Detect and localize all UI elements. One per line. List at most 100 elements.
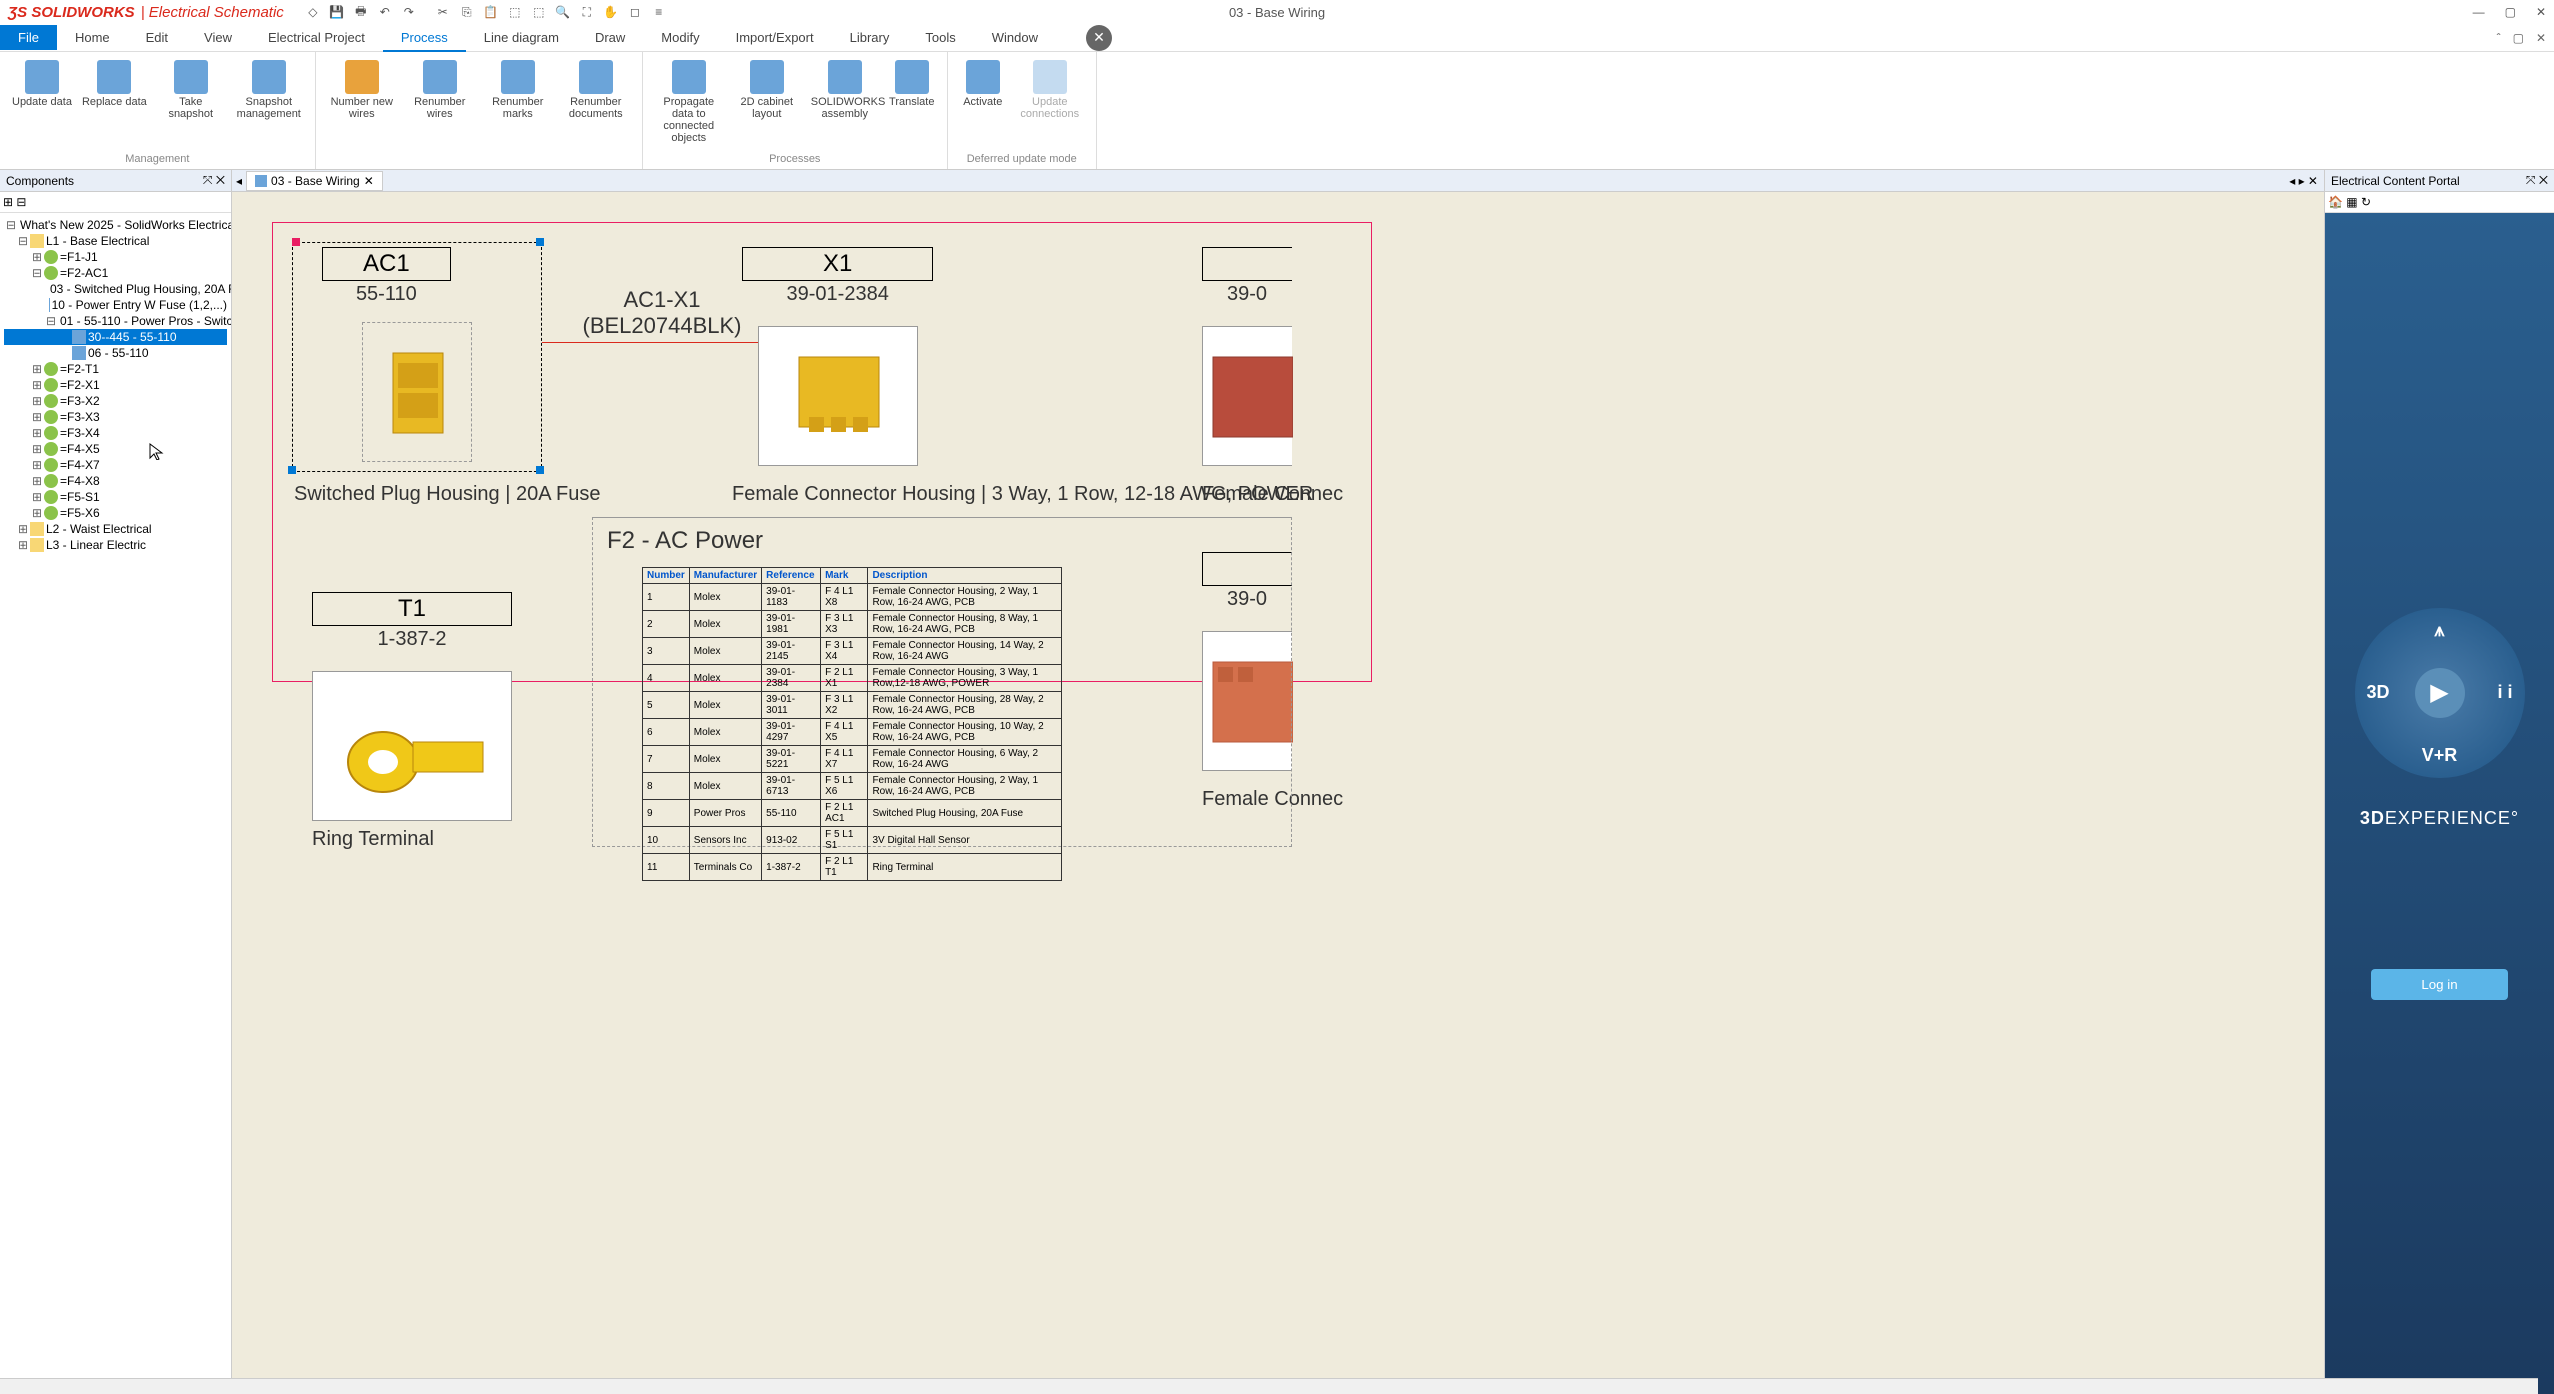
tree-collapse-icon[interactable]: ⊟ [16,195,26,209]
table-row[interactable]: 9Power Pros55-110F 2 L1 AC1Switched Plug… [643,800,1062,827]
panel-close-icon[interactable]: ✕ [216,173,225,187]
qat-zoom-icon[interactable]: 🔍 [554,3,572,21]
menu-edit[interactable]: Edit [128,25,186,50]
ribbon-renumber-marks[interactable]: Renumber marks [480,56,556,124]
tree-node[interactable]: ⊞=F3-X4 [4,425,227,441]
schematic-canvas[interactable]: AC1 55-110 Switched Plug Housing | 20A F… [232,192,2324,1394]
qat-cut-icon[interactable]: ✂ [434,3,452,21]
tree-node[interactable]: ⊞=F3-X3 [4,409,227,425]
tree-node[interactable]: 03 - Switched Plug Housing, 20A Fuse [4,281,227,297]
ribbon-snapshot-management[interactable]: Snapshot management [231,56,307,124]
ribbon-activate[interactable]: Activate [956,56,1010,124]
tree-expander-icon[interactable]: ⊞ [32,410,42,424]
portal-refresh-icon[interactable]: ↻ [2361,195,2371,209]
tree-expander-icon[interactable]: ⊞ [32,474,42,488]
ribbon-solidworks-assembly[interactable]: SOLIDWORKS assembly [807,56,883,148]
tree-expander-icon[interactable]: ⊞ [32,490,42,504]
table-row[interactable]: 6Molex39-01-4297F 4 L1 X5Female Connecto… [643,719,1062,746]
qat-copy-icon[interactable]: ⎘ [458,3,476,21]
qat-select-icon[interactable]: ◻ [626,3,644,21]
menu-draw[interactable]: Draw [577,25,643,50]
qat-paste-icon[interactable]: 📋 [482,3,500,21]
tree-node[interactable]: ⊞=F2-X1 [4,377,227,393]
close-button[interactable]: ✕ [2536,5,2546,19]
tree-node[interactable]: ⊞=F3-X2 [4,393,227,409]
qat-zoomfit-icon[interactable]: ⛶ [578,3,596,21]
compass-east[interactable]: i i [2497,682,2512,703]
tree-node[interactable]: ⊞=F4-X7 [4,457,227,473]
qat-tool-icon[interactable]: ⬚ [506,3,524,21]
ribbon-number-new-wires[interactable]: Number new wires [324,56,400,124]
table-row[interactable]: 11Terminals Co1-387-2F 2 L1 T1Ring Termi… [643,854,1062,881]
tree-node[interactable]: 10 - Power Entry W Fuse (1,2,...) [4,297,227,313]
table-row[interactable]: 7Molex39-01-5221F 4 L1 X7Female Connecto… [643,746,1062,773]
menu-tools[interactable]: Tools [907,25,973,50]
menu-import/export[interactable]: Import/Export [718,25,832,50]
table-row[interactable]: 10Sensors Inc913-02F 5 L1 S13V Digital H… [643,827,1062,854]
tree-expander-icon[interactable]: ⊟ [32,266,42,280]
tree-expand-icon[interactable]: ⊞ [3,195,13,209]
ribbon-update-data[interactable]: Update data [8,56,76,124]
tree-expander-icon[interactable]: ⊞ [18,522,28,536]
login-button[interactable]: Log in [2371,969,2507,1000]
qat-pan-icon[interactable]: ✋ [602,3,620,21]
menu-view[interactable]: View [186,25,250,50]
tree-node[interactable]: ⊞L3 - Linear Electric [4,537,227,553]
ribbon-collapse-icon[interactable]: ˆ [2497,31,2501,45]
selection-handle[interactable] [292,238,300,246]
menu-home[interactable]: Home [57,25,128,50]
tree-expander-icon[interactable]: ⊞ [32,442,42,456]
selection-handle[interactable] [536,466,544,474]
menu-electrical-project[interactable]: Electrical Project [250,25,383,50]
tree-expander-icon[interactable]: ⊞ [18,538,28,552]
tab-nav-left-icon[interactable]: ◂ [232,174,246,188]
table-header[interactable]: Reference [762,568,821,584]
portal-home-icon[interactable]: 🏠 [2328,195,2343,209]
tree-expander-icon[interactable]: ⊟ [46,314,56,328]
ribbon-take-snapshot[interactable]: Take snapshot [153,56,229,124]
qat-undo-icon[interactable]: ↶ [376,3,394,21]
tree-expander-icon[interactable]: ⊞ [32,426,42,440]
qat-save-icon[interactable]: 💾 [328,3,346,21]
ribbon-translate[interactable]: Translate [885,56,939,148]
ribbon-close-icon[interactable]: ✕ [2536,31,2546,45]
tree-node[interactable]: ⊟What's New 2025 - SolidWorks Electrical [4,217,227,233]
parts-table[interactable]: NumberManufacturerReferenceMarkDescripti… [642,567,1062,881]
tree-node[interactable]: 06 - 55-110 [4,345,227,361]
tree-expander-icon[interactable]: ⊞ [32,394,42,408]
qat-more-icon[interactable]: ≡ [650,3,668,21]
close-tour-button[interactable]: ✕ [1086,25,1112,51]
tree-node[interactable]: ⊞=F5-S1 [4,489,227,505]
portal-close-icon[interactable]: ✕ [2539,173,2548,187]
menu-process[interactable]: Process [383,25,466,52]
compass-south[interactable]: V+R [2422,745,2458,766]
table-row[interactable]: 3Molex39-01-2145F 3 L1 X4Female Connecto… [643,638,1062,665]
ribbon-propagate-data-to-connected-objects[interactable]: Propagate data to connected objects [651,56,727,148]
component-x1[interactable]: X1 39-01-2384 [742,247,933,470]
qat-print-icon[interactable]: 🖶 [352,3,370,21]
menu-modify[interactable]: Modify [643,25,717,50]
compass-west[interactable]: 3D [2367,682,2390,703]
tree-expander-icon[interactable]: ⊞ [32,458,42,472]
panel-pin-icon[interactable]: ⤧ [203,173,213,187]
tree-node[interactable]: ⊞=F1-J1 [4,249,227,265]
qat-tool2-icon[interactable]: ⬚ [530,3,548,21]
tree-expander-icon[interactable]: ⊟ [6,218,16,232]
component-ac1[interactable]: AC1 55-110 [322,247,451,306]
ribbon-2d-cabinet-layout[interactable]: 2D cabinet layout [729,56,805,148]
tree-node[interactable]: ⊞L2 - Waist Electrical [4,521,227,537]
table-header[interactable]: Mark [821,568,868,584]
ribbon-replace-data[interactable]: Replace data [78,56,151,124]
table-row[interactable]: 8Molex39-01-6713F 5 L1 X6Female Connecto… [643,773,1062,800]
tree-expander-icon[interactable]: ⊞ [32,506,42,520]
tree-node[interactable]: ⊟01 - 55-110 - Power Pros - Switched Pl.… [4,313,227,329]
table-row[interactable]: 2Molex39-01-1981F 3 L1 X3Female Connecto… [643,611,1062,638]
tree-node[interactable]: ⊟=F2-AC1 [4,265,227,281]
selection-handle[interactable] [288,466,296,474]
document-tab[interactable]: 03 - Base Wiring ✕ [246,171,383,191]
table-row[interactable]: 1Molex39-01-1183F 4 L1 X8Female Connecto… [643,584,1062,611]
menu-line-diagram[interactable]: Line diagram [466,25,577,50]
component-t1[interactable]: T1 1-387-2 [312,592,512,825]
qat-redo-icon[interactable]: ↷ [400,3,418,21]
tree-expander-icon[interactable]: ⊞ [32,378,42,392]
